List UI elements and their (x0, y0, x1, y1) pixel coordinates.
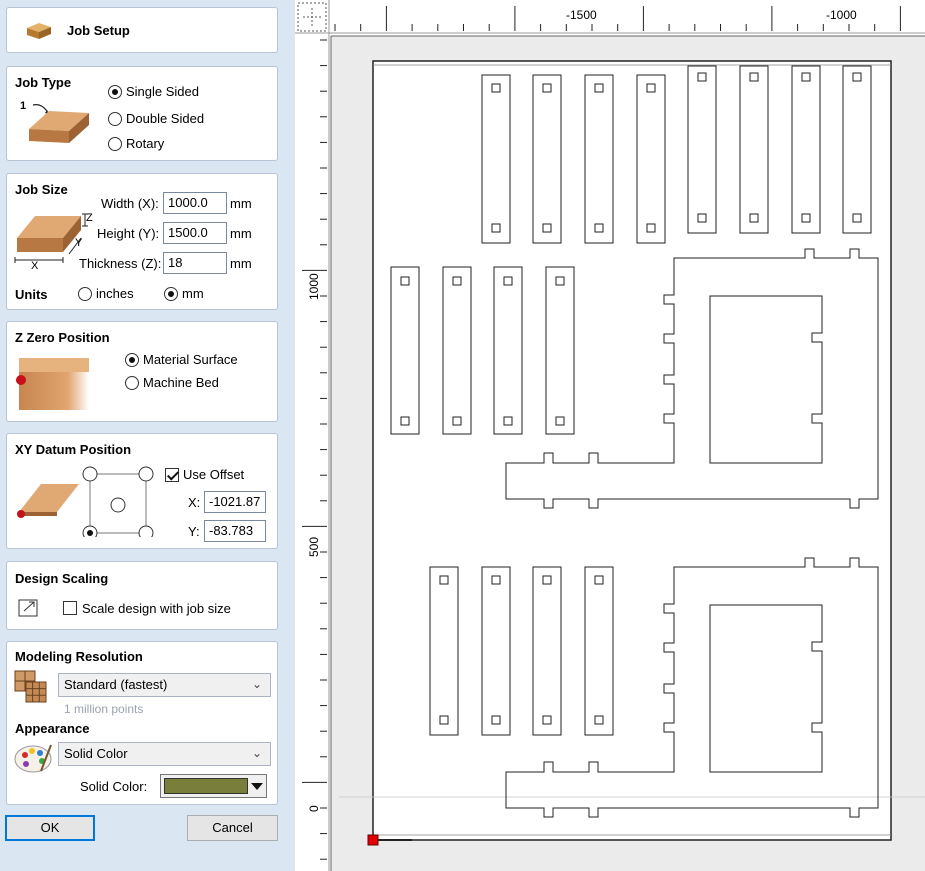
chevron-down-icon: ⌄ (251, 746, 262, 760)
solid-color-picker[interactable] (160, 774, 267, 798)
modeling-title: Modeling Resolution (15, 649, 143, 664)
page-title: Job Setup (67, 23, 130, 38)
scale-icon (18, 599, 38, 617)
double-sided-label[interactable]: Double Sided (126, 111, 204, 126)
cancel-button[interactable]: Cancel (187, 815, 278, 841)
units-label: Units (15, 287, 48, 302)
height-input[interactable]: 1500.0 (163, 222, 227, 244)
resolution-grid-icon (14, 670, 47, 703)
z-zero-title: Z Zero Position (15, 330, 110, 345)
job-type-section: Job Type 1 Single Sided Double Sided Rot… (6, 66, 278, 161)
left-ruler-label: 500 (307, 537, 321, 557)
appearance-title: Appearance (15, 721, 90, 736)
appearance-select[interactable]: Solid Color ⌄ (58, 742, 271, 766)
job-type-title: Job Type (15, 75, 72, 90)
axis-y-label: Y (75, 237, 83, 249)
resolution-hint: 1 million points (64, 702, 144, 716)
top-ruler-label: -1500 (566, 8, 597, 22)
axis-z-label: Z (86, 212, 93, 224)
z-zero-material-icon (16, 358, 89, 410)
single-sided-radio[interactable] (108, 85, 122, 99)
material-surface-label[interactable]: Material Surface (143, 352, 238, 367)
top-ruler-label: -1000 (826, 8, 857, 22)
thickness-label: Thickness (Z): (79, 256, 162, 271)
rotary-label[interactable]: Rotary (126, 136, 164, 151)
xy-datum-material-icon (17, 484, 79, 518)
job-setup-panel: Job Setup Job Type 1 Single Sided Double… (0, 0, 285, 871)
material-block-icon (27, 23, 51, 39)
job-setup-header: Job Setup (6, 7, 278, 53)
offset-y-input[interactable]: -83.783 (204, 520, 266, 542)
units-inches-label[interactable]: inches (96, 286, 134, 301)
width-unit: mm (230, 196, 252, 211)
resolution-select[interactable]: Standard (fastest) ⌄ (58, 673, 271, 697)
color-dropdown-icon (251, 783, 263, 790)
axis-x-label: X (31, 260, 39, 272)
units-inches-radio[interactable] (78, 287, 92, 301)
solid-color-swatch (164, 778, 248, 794)
origin-marker (367, 834, 379, 846)
resolution-value: Standard (fastest) (64, 677, 168, 692)
units-mm-label[interactable]: mm (182, 286, 204, 301)
xy-datum-title: XY Datum Position (15, 442, 132, 457)
machine-bed-radio[interactable] (125, 376, 139, 390)
units-mm-radio[interactable] (164, 287, 178, 301)
left-ruler-label: 0 (307, 805, 321, 812)
material-surface-radio[interactable] (125, 353, 139, 367)
height-unit: mm (230, 226, 252, 241)
palette-icon (14, 744, 52, 773)
modeling-section: Modeling Resolution Standard (fastest) ⌄… (6, 641, 278, 805)
double-sided-radio[interactable] (108, 112, 122, 126)
single-sided-label[interactable]: Single Sided (126, 84, 199, 99)
width-input[interactable]: 1000.0 (163, 192, 227, 214)
scale-design-checkbox[interactable] (63, 601, 77, 615)
chevron-down-icon: ⌄ (251, 677, 262, 691)
job-size-title: Job Size (15, 182, 68, 197)
width-label: Width (X): (101, 196, 159, 211)
offset-y-label: Y: (188, 524, 200, 539)
datum-position-selector[interactable] (80, 465, 160, 537)
job-type-side-label: 1 (20, 100, 27, 112)
height-label: Height (Y): (97, 226, 160, 241)
machine-bed-label[interactable]: Machine Bed (143, 375, 219, 390)
design-scaling-title: Design Scaling (15, 571, 109, 586)
solid-color-label: Solid Color: (80, 779, 148, 794)
drawing-view[interactable]: -1500 -1000 1000 500 0 (295, 0, 925, 871)
xy-datum-section: XY Datum Position Use Offset X: -1021.87… (6, 433, 278, 549)
thickness-input[interactable]: 18 (163, 252, 227, 274)
offset-x-input[interactable]: -1021.87 (204, 491, 266, 513)
design-scaling-section: Design Scaling Scale design with job siz… (6, 561, 278, 630)
rotary-radio[interactable] (108, 137, 122, 151)
use-offset-label[interactable]: Use Offset (183, 467, 244, 482)
use-offset-checkbox[interactable] (165, 468, 179, 482)
thickness-unit: mm (230, 256, 252, 271)
ok-button[interactable]: OK (5, 815, 95, 841)
appearance-value: Solid Color (64, 746, 128, 761)
offset-x-label: X: (188, 495, 201, 510)
left-ruler-label: 1000 (307, 273, 321, 300)
drawing-canvas[interactable]: -1500 -1000 1000 500 0 (295, 0, 925, 871)
z-zero-section: Z Zero Position Material Surface Machine… (6, 321, 278, 422)
scale-design-label[interactable]: Scale design with job size (82, 601, 231, 616)
single-sided-material-icon (29, 104, 89, 143)
job-size-section: Job Size Z Y X Width (X): 1000.0 mm Heig… (6, 173, 278, 310)
